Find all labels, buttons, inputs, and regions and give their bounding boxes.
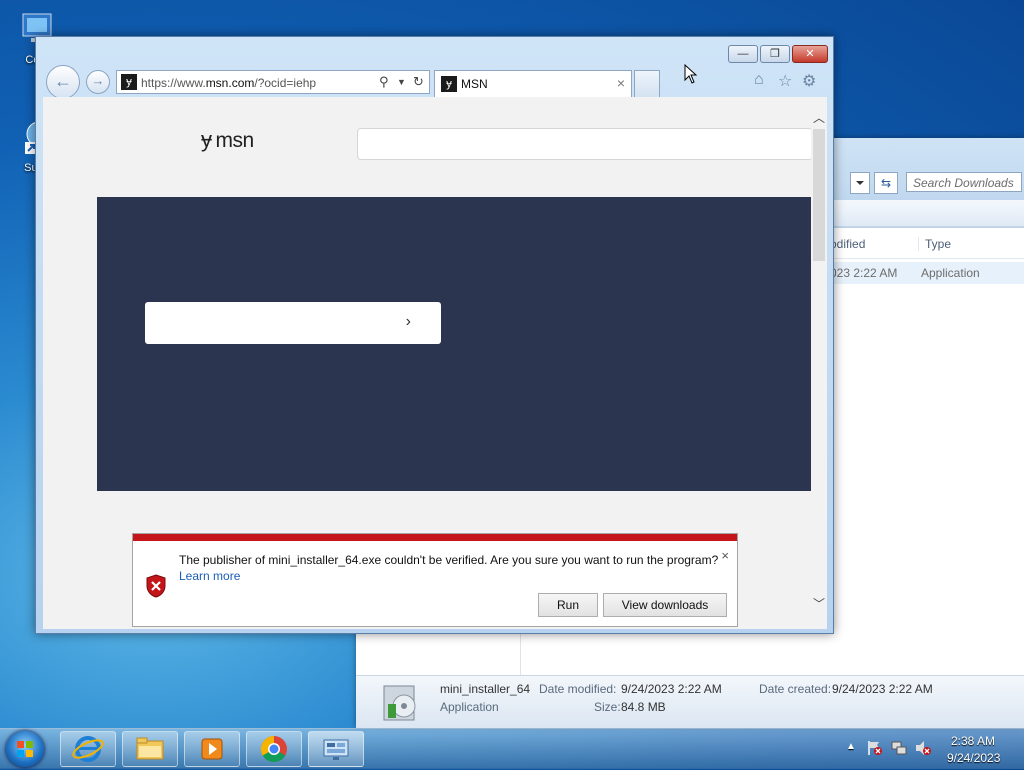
warning-stripe: [133, 534, 737, 541]
search-downloads-input[interactable]: Search Downloads: [906, 172, 1022, 192]
refresh-button[interactable]: ⇆: [874, 172, 898, 194]
taskbar-media-player[interactable]: [184, 731, 240, 767]
details-size: 84.8 MB: [621, 700, 666, 714]
search-icon[interactable]: ⚲: [379, 74, 389, 90]
details-pane: mini_installer_64 Application Date modif…: [356, 675, 1024, 728]
divider: [520, 628, 521, 676]
forward-button[interactable]: →: [86, 70, 110, 94]
run-button[interactable]: Run: [538, 593, 598, 617]
media-player-icon: [201, 738, 223, 760]
arrow-right-icon: →: [91, 73, 105, 88]
column-headers: odified Type: [826, 230, 1024, 259]
file-row[interactable]: 023 2:22 AM Application: [826, 262, 1024, 284]
minimize-button[interactable]: —: [728, 45, 758, 63]
clock-time[interactable]: 2:38 AM: [951, 734, 995, 748]
taskbar-internet-explorer[interactable]: [60, 731, 116, 767]
chevron-right-icon: ›: [405, 313, 411, 330]
hero-banner: ›: [97, 197, 811, 491]
details-date-modified: 9/24/2023 2:22 AM: [621, 682, 722, 696]
address-bar[interactable]: ɏ https://www.msn.com/?ocid=iehp ⚲ ▼ ↻: [116, 70, 430, 94]
file-thumbnail-icon: [380, 682, 424, 727]
column-type[interactable]: Type: [918, 237, 951, 251]
network-icon[interactable]: [890, 739, 908, 760]
refresh-icon: ⇆: [880, 176, 892, 190]
action-center-flag-icon[interactable]: [866, 739, 884, 760]
gear-icon[interactable]: ⚙: [802, 71, 816, 91]
refresh-icon[interactable]: ↻: [413, 74, 424, 90]
column-date-modified[interactable]: odified: [830, 237, 865, 251]
chrome-icon: [260, 735, 287, 763]
tab-msn[interactable]: ɏ MSN ×: [434, 70, 632, 97]
details-date-modified-label: Date modified:: [539, 682, 617, 696]
address-url: https://www.msn.com/?ocid=iehp: [141, 76, 317, 90]
windows-logo-icon: [17, 741, 33, 757]
msn-logo[interactable]: ɏ msn: [201, 127, 254, 153]
arrow-left-icon: ←: [54, 71, 72, 91]
close-icon[interactable]: ×: [721, 548, 729, 563]
clock-date[interactable]: 9/24/2023: [947, 751, 1000, 765]
chevron-down-icon: [856, 181, 864, 185]
close-button[interactable]: ✕: [792, 45, 828, 63]
show-hidden-icons-icon[interactable]: ▲: [846, 741, 856, 752]
security-shield-icon: [145, 574, 167, 598]
msn-butterfly-icon: ɏ: [201, 127, 212, 152]
address-dropdown-button[interactable]: [850, 172, 870, 194]
maximize-button[interactable]: ❐: [760, 45, 790, 63]
download-warning-bar: The publisher of mini_installer_64.exe c…: [132, 533, 738, 627]
taskbar-chrome[interactable]: [246, 731, 302, 767]
chevron-down-icon[interactable]: ▼: [397, 77, 406, 87]
details-size-label: Size:: [594, 700, 621, 714]
details-file-name: mini_installer_64: [440, 682, 531, 696]
details-date-created: 9/24/2023 2:22 AM: [832, 682, 933, 696]
details-date-created-label: Date created:: [759, 682, 832, 696]
back-button[interactable]: ←: [46, 65, 80, 99]
favorites-star-icon[interactable]: ☆: [778, 71, 792, 91]
msn-favicon-icon: ɏ: [121, 74, 137, 90]
taskbar-control-panel[interactable]: [308, 731, 364, 767]
scrollbar-thumb[interactable]: [813, 129, 825, 261]
ie-icon: [72, 736, 104, 762]
scroll-down-icon[interactable]: ﹀: [813, 595, 825, 612]
mouse-cursor-icon: [684, 63, 698, 84]
control-panel-icon: [323, 739, 349, 760]
volume-muted-icon[interactable]: [914, 739, 932, 760]
tab-close-icon[interactable]: ×: [617, 75, 625, 91]
warning-message: The publisher of mini_installer_64.exe c…: [179, 553, 719, 567]
msn-favicon-icon: ɏ: [441, 76, 457, 92]
hero-input-box[interactable]: ›: [145, 302, 441, 344]
taskbar: ▲ 2:38 AM 9/24/2023: [0, 728, 1024, 769]
taskbar-file-explorer[interactable]: [122, 731, 178, 767]
learn-more-link[interactable]: Learn more: [179, 569, 240, 583]
file-row-type: Application: [921, 266, 980, 280]
details-file-kind: Application: [440, 700, 499, 714]
tab-title: MSN: [461, 77, 488, 91]
file-row-date: 023 2:22 AM: [830, 266, 898, 280]
home-icon[interactable]: ⌂: [754, 71, 764, 89]
vertical-scrollbar[interactable]: ︿ ﹀: [811, 97, 827, 629]
start-button[interactable]: [6, 731, 44, 767]
scroll-up-icon[interactable]: ︿: [813, 109, 825, 126]
new-tab-button[interactable]: [634, 70, 660, 97]
msn-search-input[interactable]: [357, 128, 813, 160]
view-downloads-button[interactable]: View downloads: [603, 593, 727, 617]
folder-icon: [136, 737, 164, 760]
